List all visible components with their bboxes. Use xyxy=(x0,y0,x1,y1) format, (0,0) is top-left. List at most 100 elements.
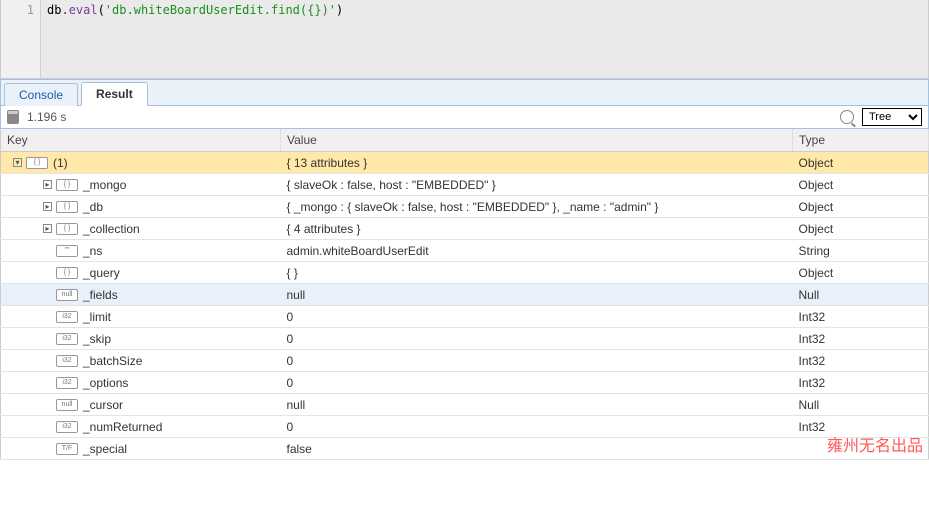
type-icon: null xyxy=(56,399,78,411)
line-number-gutter: 1 xyxy=(1,0,41,78)
expand-icon[interactable] xyxy=(43,224,52,233)
view-mode-select[interactable]: Tree xyxy=(862,108,922,126)
cell-type: Int32 xyxy=(793,416,929,438)
tab-bar: Console Result xyxy=(0,79,929,105)
key-label: (1) xyxy=(53,156,68,170)
cell-value: { slaveOk : false, host : "EMBEDDED" } xyxy=(281,174,793,196)
table-row[interactable]: T/F_specialfalse xyxy=(1,438,929,460)
table-row[interactable]: null_fieldsnull Null xyxy=(1,284,929,306)
code-token-dot: . xyxy=(61,3,68,17)
expand-icon[interactable] xyxy=(43,202,52,211)
cell-value: { _mongo : { slaveOk : false, host : "EM… xyxy=(281,196,793,218)
type-icon: i32 xyxy=(56,355,78,367)
cell-type: Object xyxy=(793,152,929,174)
cell-type: String xyxy=(793,240,929,262)
tab-result[interactable]: Result xyxy=(81,82,148,106)
cell-value: { } xyxy=(281,262,793,284)
type-icon: i32 xyxy=(56,377,78,389)
search-icon[interactable] xyxy=(840,110,854,124)
key-label: _ns xyxy=(83,244,102,258)
tree-spacer xyxy=(43,268,52,277)
cell-key: null_fields xyxy=(1,284,281,306)
code-token-close-paren: ) xyxy=(336,3,343,17)
table-row[interactable]: i32_skip0Int32 xyxy=(1,328,929,350)
code-token-open-paren: ( xyxy=(98,3,105,17)
cell-key: T/F_special xyxy=(1,438,281,460)
tree-spacer xyxy=(43,334,52,343)
cell-key: null_cursor xyxy=(1,394,281,416)
cell-key: i32 _limit xyxy=(1,306,281,328)
cell-type: Int32 xyxy=(793,306,929,328)
cell-value: 0 xyxy=(281,416,793,438)
tree-spacer xyxy=(43,356,52,365)
cell-key: i32_skip xyxy=(1,328,281,350)
cell-key: i32 _batchSize xyxy=(1,350,281,372)
type-icon: "" xyxy=(56,245,78,257)
tree-spacer xyxy=(43,378,52,387)
table-row[interactable]: { } (1) { 13 attributes }Object xyxy=(1,152,929,174)
key-label: _query xyxy=(83,266,120,280)
result-toolbar: 1.196 s Tree xyxy=(0,105,929,129)
cell-type: Null xyxy=(793,284,929,306)
cell-key: { } _collection xyxy=(1,218,281,240)
cell-type: Object xyxy=(793,262,929,284)
table-row[interactable]: { }_db{ _mongo : { slaveOk : false, host… xyxy=(1,196,929,218)
cell-type xyxy=(793,438,929,460)
cell-key: { } _mongo xyxy=(1,174,281,196)
cell-value: null xyxy=(281,394,793,416)
tree-spacer xyxy=(43,422,52,431)
tree-spacer xyxy=(43,444,52,453)
table-header-row: Key Value Type xyxy=(1,129,929,152)
table-row[interactable]: { }_query{ }Object xyxy=(1,262,929,284)
table-row[interactable]: "" _ns admin.whiteBoardUserEditString xyxy=(1,240,929,262)
type-icon: { } xyxy=(56,179,78,191)
code-line[interactable]: db.eval('db.whiteBoardUserEdit.find({})'… xyxy=(41,0,928,78)
result-table: Key Value Type { }(1){ 13 attributes }Ob… xyxy=(0,129,929,460)
code-editor[interactable]: 1 db.eval('db.whiteBoardUserEdit.find({}… xyxy=(0,0,929,79)
type-icon: i32 xyxy=(56,333,78,345)
cell-type: Int32 xyxy=(793,372,929,394)
type-icon: null xyxy=(56,289,78,301)
column-key[interactable]: Key xyxy=(1,129,281,152)
code-token-object: db xyxy=(47,3,61,17)
cell-key: { } (1) xyxy=(1,152,281,174)
key-label: _limit xyxy=(83,310,111,324)
table-row[interactable]: i32 _numReturned 0Int32 xyxy=(1,416,929,438)
cell-value: { 4 attributes } xyxy=(281,218,793,240)
table-row[interactable]: i32 _limit 0Int32 xyxy=(1,306,929,328)
cell-value: false xyxy=(281,438,793,460)
key-label: _mongo xyxy=(83,178,126,192)
cell-key: { }_db xyxy=(1,196,281,218)
type-icon: i32 xyxy=(56,421,78,433)
table-row[interactable]: i32_batchSize0Int32 xyxy=(1,350,929,372)
table-row[interactable]: { }_collection{ 4 attributes }Object xyxy=(1,218,929,240)
type-icon: { } xyxy=(56,223,78,235)
key-label: _batchSize xyxy=(83,354,142,368)
key-label: _collection xyxy=(83,222,140,236)
cell-value: { 13 attributes } xyxy=(281,152,793,174)
code-token-string: 'db.whiteBoardUserEdit.find({})' xyxy=(105,3,336,17)
table-row[interactable]: null_cursornullNull xyxy=(1,394,929,416)
type-icon: T/F xyxy=(56,443,78,455)
cell-value: 0 xyxy=(281,328,793,350)
table-row[interactable]: { } _mongo { slaveOk : false, host : "EMBE… xyxy=(1,174,929,196)
collapse-icon[interactable] xyxy=(13,158,22,167)
type-icon: i32 xyxy=(56,311,78,323)
column-value[interactable]: Value xyxy=(281,129,793,152)
cell-value: admin.whiteBoardUserEdit xyxy=(281,240,793,262)
cell-value: 0 xyxy=(281,372,793,394)
cell-key: i32 _numReturned xyxy=(1,416,281,438)
type-icon: { } xyxy=(56,267,78,279)
app-root: 1 db.eval('db.whiteBoardUserEdit.find({}… xyxy=(0,0,929,460)
column-type[interactable]: Type xyxy=(793,129,929,152)
tab-console[interactable]: Console xyxy=(4,83,78,106)
table-row[interactable]: i32_options0Int32 xyxy=(1,372,929,394)
cell-key: { } _query xyxy=(1,262,281,284)
type-icon: { } xyxy=(26,157,48,169)
cell-type: Null xyxy=(793,394,929,416)
expand-icon[interactable] xyxy=(43,180,52,189)
cell-value: 0 xyxy=(281,306,793,328)
tree-spacer xyxy=(43,400,52,409)
key-label: _numReturned xyxy=(83,420,162,434)
tree-spacer xyxy=(43,290,52,299)
